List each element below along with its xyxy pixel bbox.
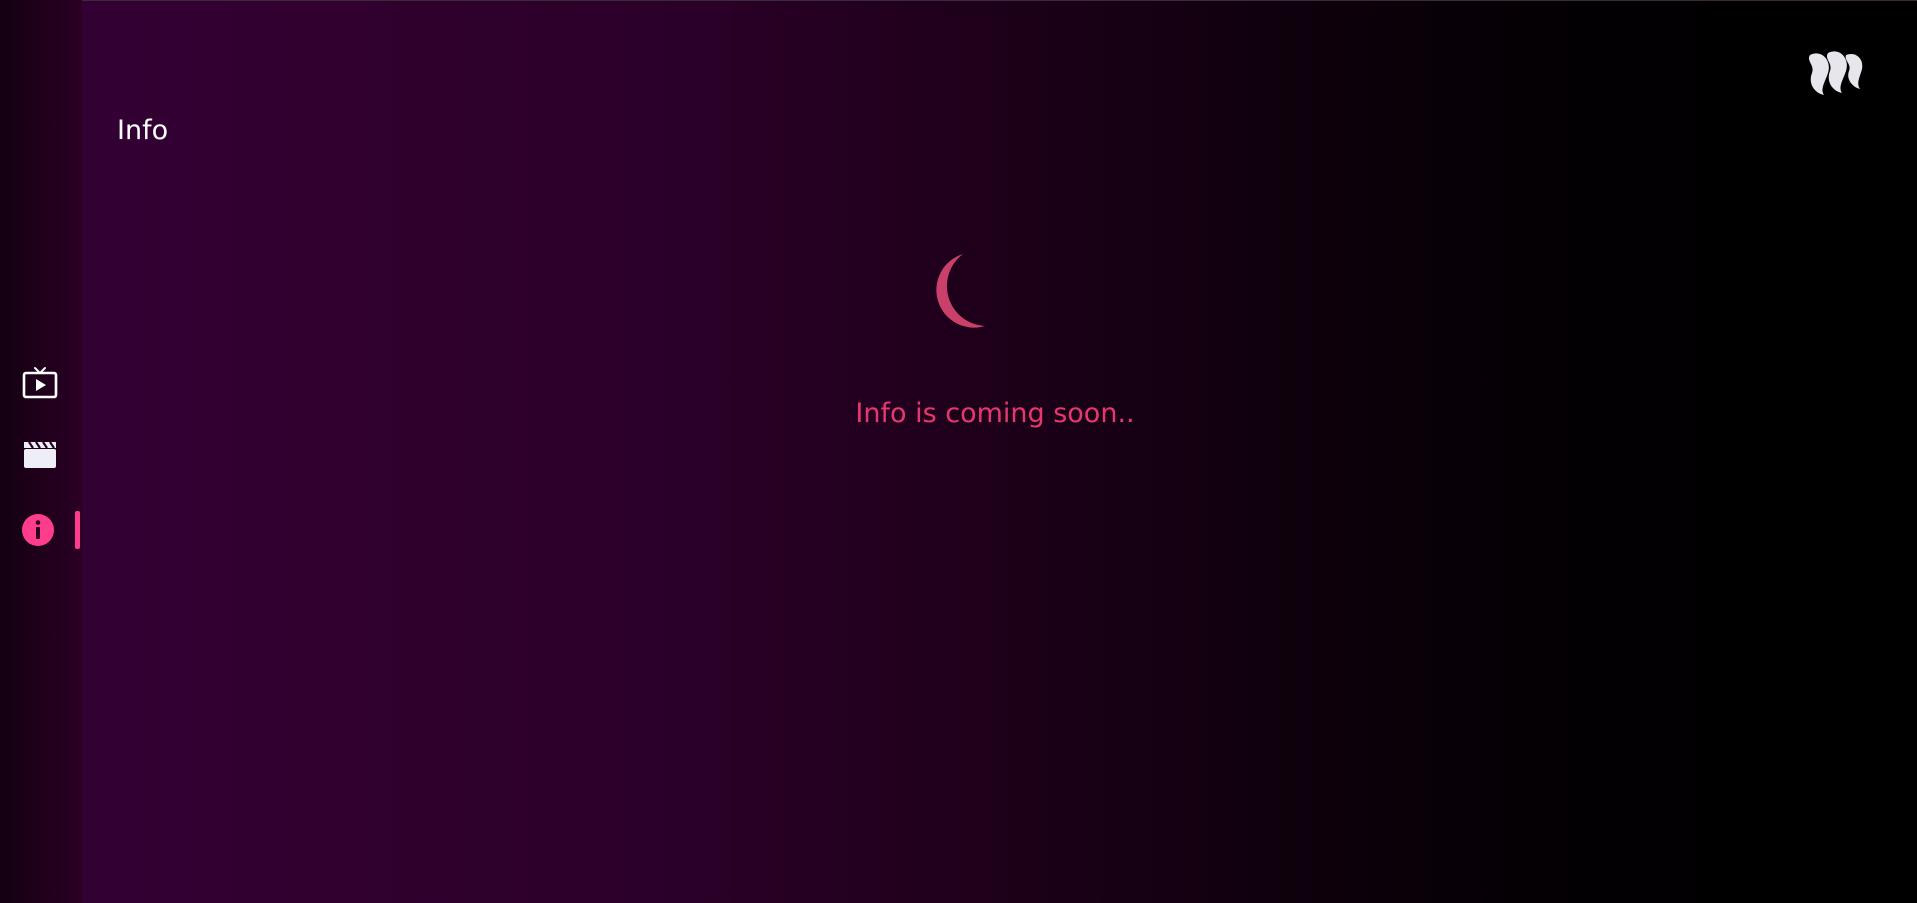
sidebar-item-live-tv[interactable] [0,352,82,412]
window-top-border [0,0,1917,1]
sidebar [0,0,82,903]
app-logo [1802,47,1870,99]
tv-play-icon [21,363,59,401]
sidebar-item-info[interactable] [0,500,82,560]
clapperboard-icon [21,436,59,474]
loading-spinner [935,250,1015,330]
sidebar-item-movies[interactable] [0,425,82,485]
page-title: Info [117,115,169,146]
active-indicator [75,511,80,549]
coming-soon-message: Info is coming soon.. [855,398,1135,429]
info-icon [21,511,59,549]
